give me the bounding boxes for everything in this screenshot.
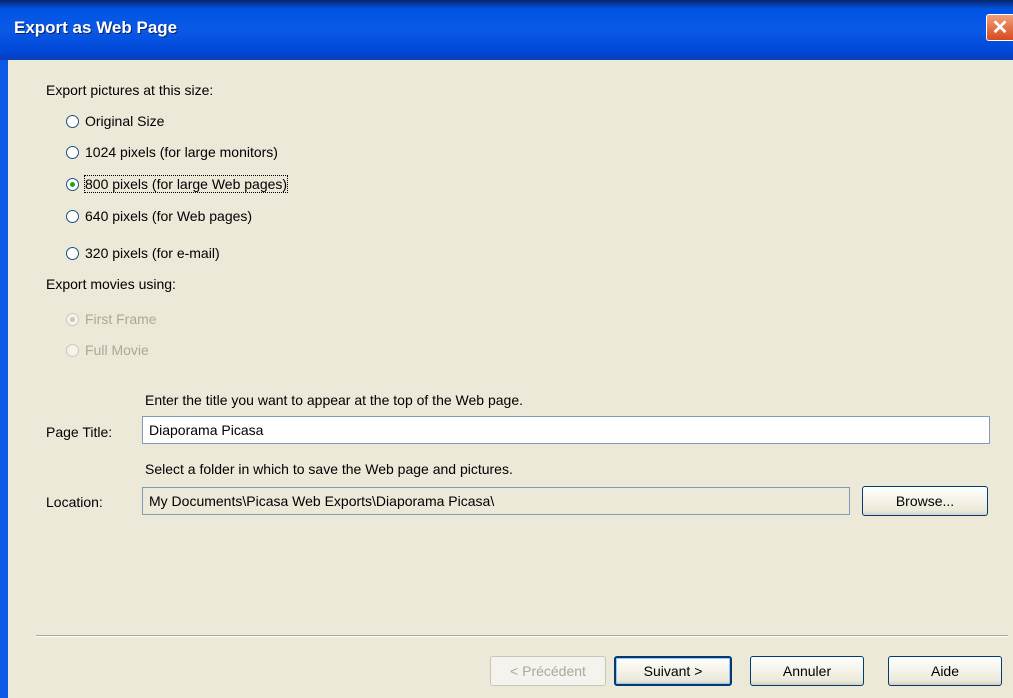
page-title-input[interactable]: Diaporama Picasa — [142, 416, 990, 444]
radio-button-icon[interactable] — [66, 145, 79, 159]
page-title-label: Page Title: — [46, 424, 113, 440]
radio-button-selected-icon[interactable] — [66, 312, 79, 326]
location-field[interactable]: My Documents\Picasa Web Exports\Diaporam… — [142, 487, 850, 515]
previous-button[interactable]: < Précédent — [490, 656, 606, 686]
help-button[interactable]: Aide — [888, 656, 1002, 686]
radio-label: Full Movie — [85, 342, 149, 358]
radio-800-pixels[interactable]: 800 pixels (for large Web pages) — [66, 174, 289, 194]
radio-button-icon[interactable] — [66, 209, 79, 223]
radio-button-icon[interactable] — [66, 343, 79, 357]
next-button[interactable]: Suivant > — [614, 656, 732, 686]
page-title-hint: Enter the title you want to appear at th… — [145, 392, 523, 408]
radio-button-icon[interactable] — [66, 246, 79, 260]
radio-first-frame[interactable]: First Frame — [66, 309, 157, 329]
location-label: Location: — [46, 494, 103, 510]
dialog-title: Export as Web Page — [14, 18, 178, 37]
export-movies-heading: Export movies using: — [46, 276, 176, 292]
browse-button[interactable]: Browse... — [862, 486, 988, 516]
radio-label: First Frame — [85, 311, 157, 327]
radio-1024-pixels[interactable]: 1024 pixels (for large monitors) — [66, 142, 278, 162]
radio-button-selected-icon[interactable] — [66, 177, 79, 191]
radio-320-pixels[interactable]: 320 pixels (for e-mail) — [66, 243, 220, 263]
radio-label: Original Size — [85, 113, 165, 129]
radio-label: 320 pixels (for e-mail) — [85, 245, 220, 261]
export-size-heading: Export pictures at this size: — [46, 82, 214, 98]
radio-640-pixels[interactable]: 640 pixels (for Web pages) — [66, 206, 252, 226]
cancel-button[interactable]: Annuler — [750, 656, 864, 686]
radio-label: 800 pixels (for large Web pages) — [83, 175, 289, 193]
radio-label: 1024 pixels (for large monitors) — [85, 144, 278, 160]
window-frame-left — [0, 60, 8, 698]
export-web-page-dialog: Export as Web Page ✕ Export pictures at … — [0, 0, 1013, 698]
radio-button-icon[interactable] — [66, 114, 79, 128]
close-icon[interactable]: ✕ — [986, 14, 1013, 41]
location-hint: Select a folder in which to save the Web… — [145, 461, 513, 477]
title-bar[interactable]: Export as Web Page ✕ — [0, 0, 1013, 60]
radio-label: 640 pixels (for Web pages) — [85, 208, 253, 224]
radio-full-movie[interactable]: Full Movie — [66, 340, 149, 360]
footer-separator — [36, 635, 1008, 637]
radio-original-size[interactable]: Original Size — [66, 111, 164, 131]
